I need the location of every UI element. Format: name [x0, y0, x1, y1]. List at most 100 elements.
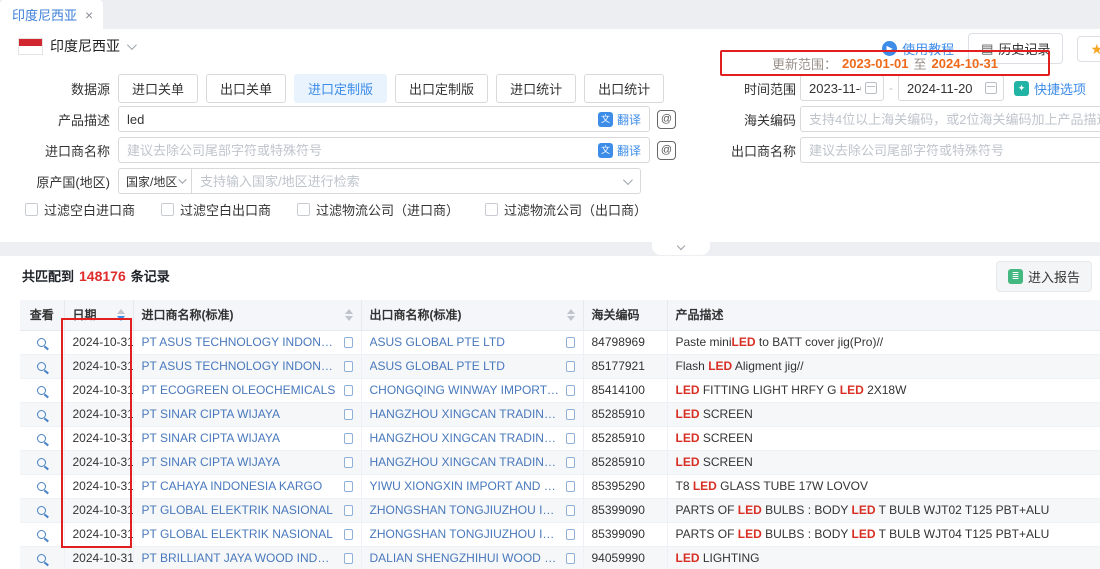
copy-icon[interactable]	[344, 505, 353, 516]
importer-link[interactable]: PT GLOBAL ELEKTRIK NASIONAL	[142, 527, 333, 541]
data-source-option[interactable]: 出口关单	[206, 74, 286, 103]
collapse-panel-button[interactable]	[652, 242, 710, 255]
origin-search-field[interactable]	[191, 168, 641, 194]
sort-desc-icon[interactable]	[117, 316, 125, 321]
importer-link[interactable]: PT GLOBAL ELEKTRIK NASIONAL	[142, 503, 333, 517]
copy-icon[interactable]	[566, 385, 575, 396]
column-header[interactable]: 进口商名称(标准)	[133, 300, 361, 330]
copy-icon[interactable]	[566, 361, 575, 372]
product-desc-input[interactable]	[119, 107, 598, 131]
search-icon[interactable]	[37, 458, 46, 467]
hs-code-field[interactable]	[800, 106, 1100, 132]
sort-carets-icon[interactable]	[345, 309, 353, 321]
search-icon[interactable]	[37, 338, 46, 347]
copy-icon[interactable]	[566, 505, 575, 516]
search-icon[interactable]	[37, 530, 46, 539]
copy-icon[interactable]	[344, 409, 353, 420]
copy-icon[interactable]	[566, 529, 575, 540]
sort-asc-icon[interactable]	[567, 309, 575, 314]
data-source-option[interactable]: 进口统计	[496, 74, 576, 103]
copy-icon[interactable]	[344, 529, 353, 540]
exporter-link[interactable]: ZHONGSHAN TONGJIUZHOU INTERNA...	[370, 503, 560, 517]
importer-link[interactable]: PT ASUS TECHNOLOGY INDONESIA BA...	[142, 359, 338, 373]
exporter-link[interactable]: ZHONGSHAN TONGJIUZHOU INTERNA...	[370, 527, 560, 541]
exporter-link[interactable]: HANGZHOU XINGCAN TRADING CO LTD	[370, 431, 560, 445]
column-header[interactable]: 日期	[64, 300, 133, 330]
data-source-option[interactable]: 出口定制版	[395, 74, 488, 103]
filter-checkbox-item[interactable]: 过滤空白进口商	[25, 200, 135, 219]
search-icon[interactable]	[37, 482, 46, 491]
exact-match-button[interactable]: @	[657, 141, 676, 160]
importer-link[interactable]: PT SINAR CIPTA WIJAYA	[142, 407, 280, 421]
copy-icon[interactable]	[566, 481, 575, 492]
importer-field[interactable]: 文 翻译	[118, 137, 650, 163]
importer-input[interactable]	[119, 138, 598, 162]
filter-checkbox-item[interactable]: 过滤物流公司（出口商）	[485, 200, 647, 219]
checkbox-icon[interactable]	[485, 203, 498, 216]
origin-search-input[interactable]	[192, 169, 623, 193]
exporter-field[interactable]	[800, 137, 1100, 163]
exact-match-button[interactable]: @	[657, 110, 676, 129]
country-selector[interactable]: 印度尼西亚	[18, 36, 134, 56]
close-icon[interactable]: ×	[85, 7, 93, 23]
checkbox-icon[interactable]	[297, 203, 310, 216]
search-icon[interactable]	[37, 554, 46, 563]
date-to-field[interactable]	[898, 75, 1004, 101]
copy-icon[interactable]	[344, 553, 353, 564]
data-source-option[interactable]: 进口关单	[118, 74, 198, 103]
copy-icon[interactable]	[344, 385, 353, 396]
exporter-link[interactable]: CHONGQING WINWAY IMPORT AND E...	[370, 383, 560, 397]
exporter-link[interactable]: YIWU XIONGXIN IMPORT AND EXPORT...	[370, 479, 560, 493]
sort-carets-icon[interactable]	[567, 309, 575, 321]
enter-report-button[interactable]: ≣ 进入报告	[996, 261, 1092, 292]
date-from-input[interactable]	[801, 76, 865, 100]
filter-checkbox-item[interactable]: 过滤空白出口商	[161, 200, 271, 219]
importer-link[interactable]: PT SINAR CIPTA WIJAYA	[142, 431, 280, 445]
origin-type-select[interactable]: 国家/地区	[118, 168, 192, 194]
sort-asc-icon[interactable]	[117, 309, 125, 314]
copy-icon[interactable]	[566, 457, 575, 468]
data-source-option[interactable]: 进口定制版	[294, 74, 387, 103]
importer-link[interactable]: PT CAHAYA INDONESIA KARGO	[142, 479, 323, 493]
exporter-link[interactable]: HANGZHOU XINGCAN TRADING CO LTD	[370, 455, 560, 469]
translate-button[interactable]: 文 翻译	[598, 111, 641, 128]
copy-icon[interactable]	[344, 433, 353, 444]
favorite-button[interactable]: ★	[1077, 36, 1100, 62]
translate-button[interactable]: 文 翻译	[598, 142, 641, 159]
exporter-link[interactable]: HANGZHOU XINGCAN TRADING CO LTD	[370, 407, 560, 421]
checkbox-icon[interactable]	[161, 203, 174, 216]
sort-desc-icon[interactable]	[567, 316, 575, 321]
exporter-link[interactable]: ASUS GLOBAL PTE LTD	[370, 359, 505, 373]
tab-indonesia[interactable]: 印度尼西亚 ×	[0, 0, 103, 29]
checkbox-icon[interactable]	[25, 203, 38, 216]
quick-options-link[interactable]: ✦ 快捷选项	[1014, 79, 1086, 98]
copy-icon[interactable]	[344, 481, 353, 492]
exporter-link[interactable]: DALIAN SHENGZHIHUI WOOD INDUST...	[370, 551, 560, 565]
date-from-field[interactable]	[800, 75, 884, 101]
copy-icon[interactable]	[566, 337, 575, 348]
sort-desc-icon[interactable]	[345, 316, 353, 321]
data-source-option[interactable]: 出口统计	[584, 74, 664, 103]
exporter-link[interactable]: ASUS GLOBAL PTE LTD	[370, 335, 505, 349]
sort-asc-icon[interactable]	[345, 309, 353, 314]
exporter-input[interactable]	[801, 138, 1100, 162]
column-header[interactable]: 出口商名称(标准)	[361, 300, 583, 330]
search-icon[interactable]	[37, 506, 46, 515]
search-icon[interactable]	[37, 410, 46, 419]
copy-icon[interactable]	[566, 433, 575, 444]
hs-code-input[interactable]	[801, 107, 1100, 131]
search-icon[interactable]	[37, 386, 46, 395]
copy-icon[interactable]	[344, 457, 353, 468]
search-icon[interactable]	[37, 362, 46, 371]
importer-link[interactable]: PT ASUS TECHNOLOGY INDONESIA BA...	[142, 335, 338, 349]
filter-checkbox-item[interactable]: 过滤物流公司（进口商）	[297, 200, 459, 219]
copy-icon[interactable]	[344, 337, 353, 348]
search-icon[interactable]	[37, 434, 46, 443]
importer-link[interactable]: PT ECOGREEN OLEOCHEMICALS	[142, 383, 336, 397]
sort-carets-icon[interactable]	[117, 309, 125, 321]
copy-icon[interactable]	[344, 361, 353, 372]
copy-icon[interactable]	[566, 553, 575, 564]
copy-icon[interactable]	[566, 409, 575, 420]
importer-link[interactable]: PT BRILLIANT JAYA WOOD INDUSTRY	[142, 551, 338, 565]
importer-link[interactable]: PT SINAR CIPTA WIJAYA	[142, 455, 280, 469]
